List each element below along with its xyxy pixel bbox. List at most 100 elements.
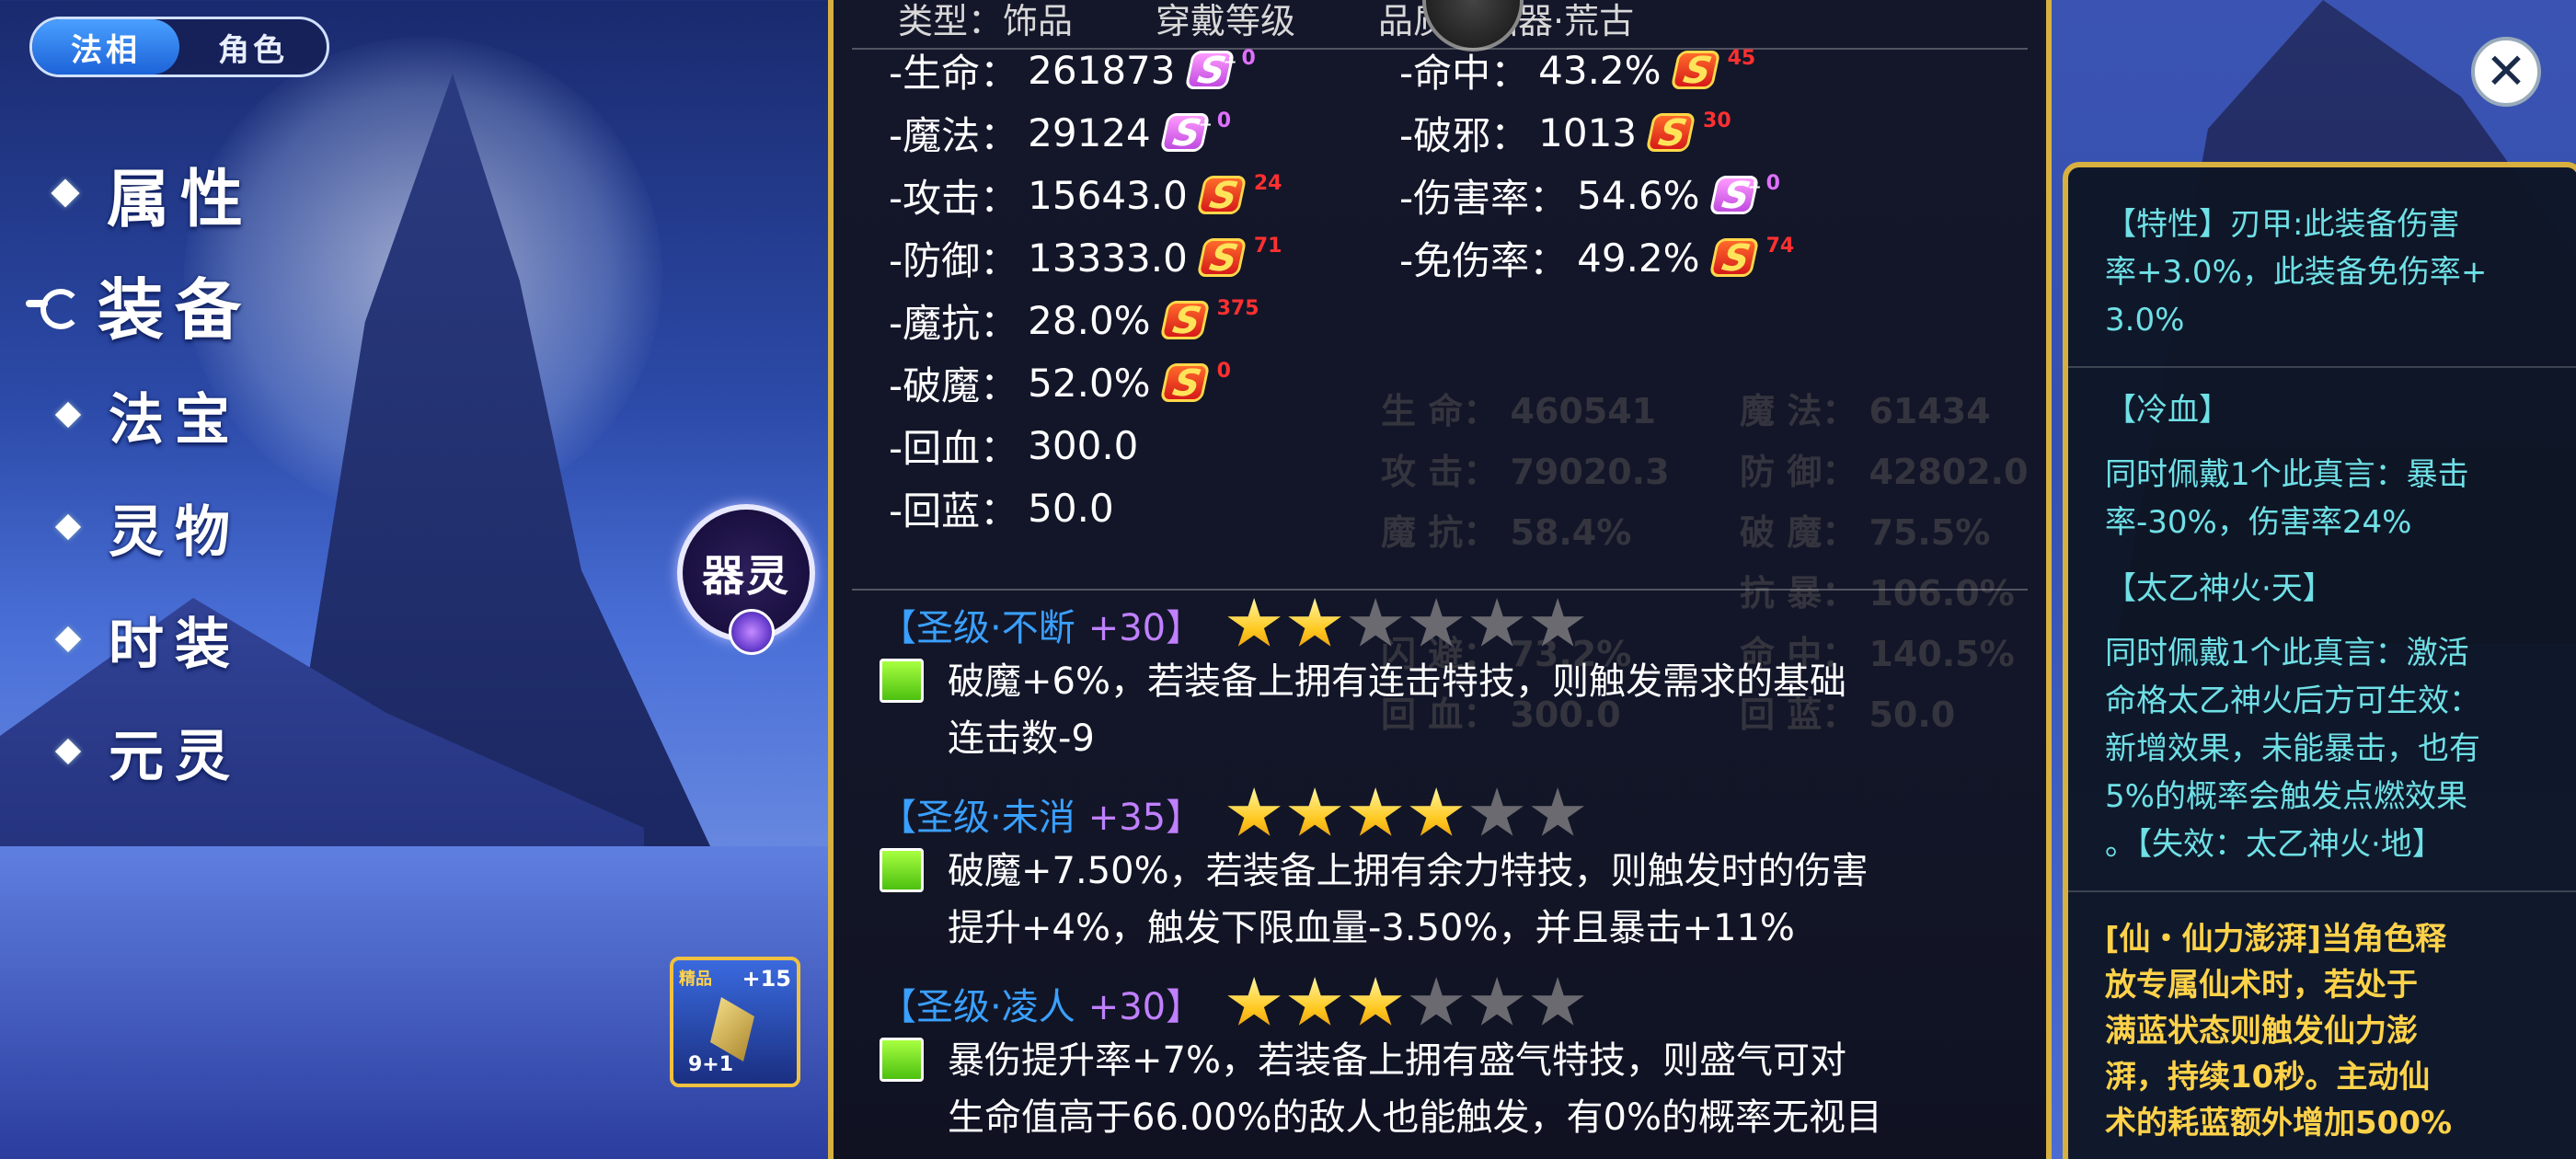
qiling-button[interactable]: 器灵 <box>677 504 815 655</box>
attributes-left: -生命：261873+0-魔法：29124+0-攻击：15643.024-防御：… <box>889 39 1282 539</box>
truth-name: 【圣级·不断 <box>880 607 1075 649</box>
close-button[interactable]: ✕ <box>2471 37 2541 107</box>
cold-blood-line: 同时佩戴1个此真言：暴击 <box>2105 456 2469 493</box>
truth-line: 破魔+7.50%，若装备上拥有余力特技，则触发时的伤害 <box>948 850 1869 892</box>
qiling-label: 器灵 <box>702 551 790 601</box>
xianli-line: 放专属仙术时，若处于 <box>2105 967 2418 1004</box>
xianli-line: 满蓝状态则触发仙力澎 <box>2105 1013 2418 1050</box>
mode-toggle[interactable]: 法相 角色 <box>29 17 329 77</box>
nav-item-lingwu[interactable]: 灵物 <box>28 471 254 583</box>
truth-description: 破魔+6%，若装备上拥有连击特技，则触发需求的基础 连击数-9 <box>948 653 1846 767</box>
refine-s-icon[interactable]: 375 <box>1159 297 1259 339</box>
refine-max-icon[interactable]: +0 <box>1159 109 1231 152</box>
star-empty-icon <box>1470 598 1524 647</box>
nav-item-label: 法宝 <box>109 387 241 453</box>
attribute-row: -魔法：29124+0 <box>889 101 1254 164</box>
attribute-row: -伤害率：54.6%+0 <box>1399 164 1780 226</box>
s-badge-icon <box>1159 363 1211 402</box>
diamond-bullet-icon <box>54 738 82 765</box>
plus-icon: + <box>1198 115 1213 134</box>
refine-s-icon[interactable]: 24 <box>1196 172 1282 214</box>
truth-entry: 【圣级·不断 +30】 破魔+6%，若装备上拥有连击特技，则触发需求的基础 连击数-9 <box>880 596 2020 767</box>
nav-item-fabao[interactable]: 法宝 <box>28 359 254 471</box>
attribute-row: -生命：261873+0 <box>889 39 1256 101</box>
refine-s-icon[interactable]: 45 <box>1670 47 1755 89</box>
attribute-key: -回血： <box>889 425 1019 471</box>
star-filled-icon <box>1349 977 1402 1026</box>
diamond-bullet-icon <box>51 178 80 208</box>
green-checkbox-icon <box>880 659 924 703</box>
attribute-key: -攻击： <box>889 175 1019 221</box>
equipment-slot[interactable]: 精品 +15 9+1 <box>670 957 800 1087</box>
star-filled-icon <box>1349 787 1402 836</box>
star-empty-icon <box>1409 977 1463 1026</box>
refine-s-icon[interactable]: 0 <box>1159 360 1231 402</box>
refine-count: 0 <box>1216 109 1232 132</box>
truth-name: 【圣级·未消 <box>880 797 1075 839</box>
refine-max-icon[interactable]: +0 <box>1184 47 1256 89</box>
attribute-row: -魔抗：28.0% 375 <box>889 289 1259 351</box>
refine-max-icon[interactable]: +0 <box>1708 172 1780 214</box>
star-filled-icon <box>1288 598 1341 647</box>
star-empty-icon <box>1470 977 1524 1026</box>
trait-line: 3.0% <box>2105 302 2185 339</box>
attribute-key: -魔抗： <box>889 300 1019 346</box>
truth-body: 破魔+6%，若装备上拥有连击特技，则触发需求的基础 连击数-9 <box>880 653 2020 767</box>
attribute-value: 49.2% <box>1577 235 1700 281</box>
refine-count: 24 <box>1253 172 1282 195</box>
attribute-key: -生命： <box>889 50 1019 96</box>
green-checkbox-icon <box>880 1038 924 1082</box>
attribute-row: -防御：13333.0 71 <box>889 226 1282 289</box>
attribute-value: 28.0% <box>1028 297 1151 343</box>
nav-item-attributes[interactable]: 属性 <box>28 138 254 248</box>
attribute-key: -防御： <box>889 237 1019 283</box>
s-badge-icon <box>1645 113 1696 152</box>
underlay-stat: 攻 击： 79020.3 <box>1381 452 1670 492</box>
refine-s-icon[interactable]: 74 <box>1708 235 1794 277</box>
star-filled-icon <box>1409 787 1463 836</box>
tab-role[interactable]: 角色 <box>179 19 327 75</box>
star-filled-icon <box>1227 787 1281 836</box>
nav-item-label: 灵物 <box>109 499 241 565</box>
nav-item-label: 时装 <box>109 612 241 677</box>
refine-count: 30 <box>1703 109 1731 132</box>
nav-item-fashion[interactable]: 时装 <box>28 583 254 695</box>
nav-item-yuanling[interactable]: 元灵 <box>28 695 254 808</box>
attribute-row: -破邪：1013 30 <box>1399 101 1766 164</box>
s-badge-icon <box>1159 301 1211 339</box>
underlay-stat: 魔 抗： 58.4% <box>1381 512 1632 553</box>
attribute-row: -回蓝： 50.0 <box>889 476 1254 539</box>
plus-icon: + <box>1223 52 1237 72</box>
refine-s-icon[interactable]: 71 <box>1196 235 1282 277</box>
item-level: 9+1 <box>688 1053 734 1076</box>
truth-entry: 【圣级·未消 +35】 破魔+7.50%，若装备上拥有余力特技，则触发时的伤害 提升+… <box>880 786 2020 957</box>
taiyi-line: 5%的概率会触发点燃效果 <box>2105 778 2467 815</box>
attribute-value: 15643.0 <box>1028 172 1188 218</box>
star-filled-icon <box>1227 598 1281 647</box>
star-empty-icon <box>1409 598 1463 647</box>
truth-line: 破魔+6%，若装备上拥有连击特技，则触发需求的基础 <box>948 660 1846 703</box>
truth-body: 破魔+7.50%，若装备上拥有余力特技，则触发时的伤害 提升+4%，触发下限血量-… <box>880 843 2020 957</box>
refine-count: 45 <box>1727 47 1756 70</box>
xianli-line: 术的耗蓝额外增加500% <box>2105 1105 2453 1142</box>
truth-line: 提升+4%，触发下限血量-3.50%，并且暴击+11% <box>948 907 1795 949</box>
star-empty-icon <box>1531 787 1584 836</box>
attribute-value: 43.2% <box>1538 47 1662 93</box>
refine-s-icon[interactable]: 30 <box>1645 109 1731 152</box>
attribute-value: 50.0 <box>1028 485 1114 531</box>
attribute-row: -攻击：15643.0 24 <box>889 164 1282 226</box>
swirl-active-icon <box>24 285 88 329</box>
truth-title: 【圣级·不断 +30】 <box>880 596 2020 653</box>
diamond-bullet-icon <box>54 625 82 653</box>
attribute-row: -命中：43.2% 45 <box>1399 39 1766 101</box>
truth-name: 【圣级·凌人 <box>880 986 1075 1028</box>
attribute-value: 261873 <box>1028 47 1176 93</box>
item-tag: 精品 <box>679 970 712 989</box>
truth-bonus: +30】 <box>1087 986 1203 1028</box>
attribute-value: 52.0% <box>1028 360 1151 406</box>
tab-faxiang[interactable]: 法相 <box>32 19 179 75</box>
nav-item-equipment[interactable]: 装备 <box>26 248 254 359</box>
attribute-row: -回血： 300.0 <box>889 414 1254 476</box>
refine-count: 71 <box>1253 235 1282 258</box>
truth-title: 【圣级·凌人 +30】 <box>880 975 2020 1032</box>
